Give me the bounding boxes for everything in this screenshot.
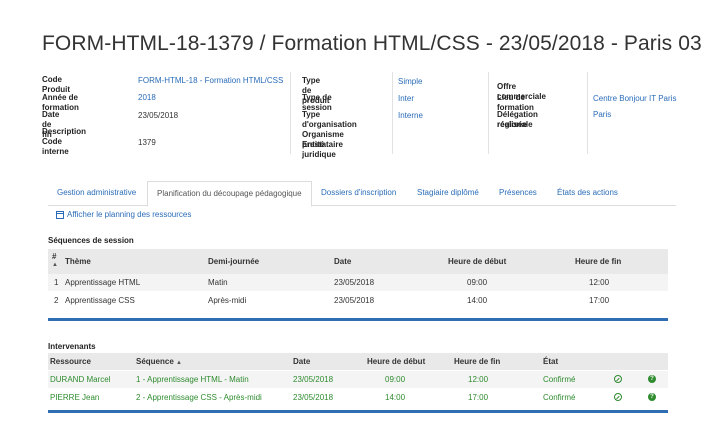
row-num: 2 — [54, 296, 59, 305]
sort-up-icon: ▲ — [176, 360, 182, 366]
row-heure-debut: 09:00 — [385, 375, 406, 384]
row-heure-fin: 17:00 — [589, 296, 610, 305]
col-heure-debut-header[interactable]: Heure de début — [367, 357, 425, 366]
col-etat-header[interactable]: État — [543, 357, 558, 366]
row-heure-fin: 17:00 — [468, 393, 489, 402]
tab-gestion-administrative[interactable]: Gestion administrative — [57, 181, 136, 206]
annee-value[interactable]: 2018 — [138, 93, 156, 103]
row-num: 1 — [54, 278, 59, 287]
col-sequence-header[interactable]: Séquence ▲ — [136, 357, 182, 366]
info-divider — [488, 72, 489, 154]
row-date: 23/05/2018 — [334, 296, 375, 305]
col-sequence-label: Séquence — [136, 357, 174, 366]
row-demi-journee: Après-midi — [208, 296, 247, 305]
intervenants-title: Intervenants — [48, 342, 96, 351]
row-heure-fin: 12:00 — [468, 375, 489, 384]
col-date-header[interactable]: Date — [293, 357, 310, 366]
sequences-title: Séquences de session — [48, 236, 134, 245]
calendar-icon — [56, 210, 64, 219]
planning-ressources-link[interactable]: Afficher le planning des ressources — [56, 210, 191, 219]
col-ressource-header[interactable]: Ressource — [50, 357, 91, 366]
row-theme: Apprentissage CSS — [65, 296, 135, 305]
code-interne-label: Code interne — [42, 137, 69, 156]
delegation-label-cont: réalisée — [497, 120, 527, 129]
type-session-value[interactable]: Inter — [398, 94, 414, 104]
delegation-value[interactable]: Paris — [593, 110, 611, 120]
tab-etats-actions[interactable]: États des actions — [557, 181, 618, 206]
page-title: FORM-HTML-18-1379 / Formation HTML/CSS -… — [42, 32, 702, 55]
row-ressource: DURAND Marcel — [50, 375, 111, 384]
tab-stagiaire-diplome[interactable]: Stagiaire diplômé — [417, 181, 479, 206]
row-ressource: PIERRE Jean — [50, 393, 100, 402]
code-produit-label: Code Produit — [42, 75, 70, 94]
table-row[interactable]: PIERRE Jean 2 - Apprentissage CSS - Aprè… — [48, 388, 668, 406]
entite-label: Entité juridique — [302, 140, 336, 159]
row-etat: Confirmé — [543, 375, 576, 384]
sequences-table: # ▲ Thème Demi-journée Date Heure de déb… — [48, 249, 668, 324]
table-row[interactable]: DURAND Marcel 1 - Apprentissage HTML - M… — [48, 371, 668, 388]
info-divider — [290, 72, 291, 154]
confirm-icon[interactable] — [614, 375, 622, 383]
tab-dossiers-inscription[interactable]: Dossiers d'inscription — [321, 181, 396, 206]
code-interne-value: 1379 — [138, 138, 156, 147]
sequences-header: # ▲ Thème Demi-journée Date Heure de déb… — [48, 249, 668, 274]
info-divider — [587, 72, 588, 154]
table-row[interactable]: 2 Apprentissage CSS Après-midi 23/05/201… — [48, 291, 668, 316]
row-etat: Confirmé — [543, 393, 576, 402]
code-produit-link[interactable]: FORM-HTML-18 - Formation HTML/CSS — [138, 76, 283, 86]
col-date-header[interactable]: Date — [334, 257, 351, 266]
sort-up-icon: ▲ — [52, 262, 58, 268]
type-organisation-value[interactable]: Interne — [398, 111, 423, 121]
col-heure-fin-header[interactable]: Heure de fin — [454, 357, 500, 366]
col-theme-header[interactable]: Thème — [65, 257, 91, 266]
confirm-icon[interactable] — [614, 393, 622, 401]
description-label: Description — [42, 127, 87, 136]
date-fin-value: 23/05/2018 — [138, 111, 179, 120]
row-date: 23/05/2018 — [334, 278, 375, 287]
col-num-header[interactable]: # — [52, 252, 56, 261]
intervenants-table: Ressource Séquence ▲ Date Heure de début… — [48, 353, 668, 419]
intervenants-header: Ressource Séquence ▲ Date Heure de début… — [48, 353, 668, 370]
row-sequence: 2 - Apprentissage CSS - Après-midi — [136, 393, 262, 402]
type-organisation-label: Type d'organisation — [302, 110, 357, 129]
table-footer-bar — [48, 410, 668, 413]
table-footer-bar — [48, 318, 668, 321]
row-heure-debut: 14:00 — [385, 393, 406, 402]
help-icon[interactable]: ? — [648, 393, 656, 401]
tab-bar: Gestion administrative Planification du … — [48, 181, 676, 207]
row-theme: Apprentissage HTML — [65, 278, 141, 287]
row-date: 23/05/2018 — [293, 375, 334, 384]
col-heure-fin-header[interactable]: Heure de fin — [575, 257, 621, 266]
row-heure-debut: 14:00 — [467, 296, 488, 305]
col-demi-journee-header[interactable]: Demi-journée — [208, 257, 259, 266]
col-heure-debut-header[interactable]: Heure de début — [448, 257, 506, 266]
planning-ressources-label: Afficher le planning des ressources — [67, 210, 192, 219]
info-divider — [392, 72, 393, 154]
row-sequence: 1 - Apprentissage HTML - Matin — [136, 375, 249, 384]
help-icon[interactable]: ? — [648, 375, 656, 383]
table-row[interactable]: 1 Apprentissage HTML Matin 23/05/2018 09… — [48, 274, 668, 291]
lieu-value[interactable]: Centre Bonjour IT Paris — [593, 94, 676, 104]
row-demi-journee: Matin — [208, 278, 228, 287]
row-heure-fin: 12:00 — [589, 278, 610, 287]
row-heure-debut: 09:00 — [467, 278, 488, 287]
type-produit-value[interactable]: Simple — [398, 77, 422, 87]
row-date: 23/05/2018 — [293, 393, 334, 402]
tab-planification[interactable]: Planification du découpage pédagogique — [147, 181, 312, 207]
tab-presences[interactable]: Présences — [499, 181, 537, 206]
